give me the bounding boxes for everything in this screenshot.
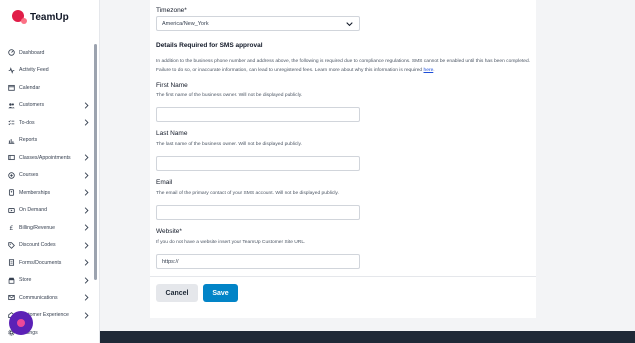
sidebar-item-on-demand[interactable]: On Demand xyxy=(0,202,99,220)
website-field[interactable]: https:// xyxy=(156,254,360,269)
sidebar-item-customers[interactable]: Customers xyxy=(0,97,99,115)
website-help: If you do not have a website insert your… xyxy=(156,240,306,245)
first-name-label: First Name xyxy=(156,82,188,89)
brand-name: TeamUp xyxy=(30,11,69,23)
sidebar-item-courses[interactable]: Courses xyxy=(0,167,99,185)
chevron-right-icon xyxy=(84,154,89,161)
sidebar-item-label: Store xyxy=(19,277,32,284)
sidebar-item-calendar[interactable]: Calendar xyxy=(0,79,99,97)
todo-icon xyxy=(8,119,15,126)
sidebar-item-communications[interactable]: Communications xyxy=(0,289,99,307)
sms-intro-line1: In addition to the business phone number… xyxy=(156,59,531,64)
sidebar-item-label: Calendar xyxy=(19,84,41,91)
chevron-down-icon xyxy=(346,22,353,27)
timezone-select[interactable]: America/New_York xyxy=(156,16,360,31)
calendar-icon xyxy=(8,84,15,91)
sidebar-item-to-dos[interactable]: To-dos xyxy=(0,114,99,132)
last-name-label: Last Name xyxy=(156,130,188,137)
chevron-right-icon xyxy=(84,259,89,266)
sidebar-item-label: Courses xyxy=(19,172,39,179)
sidebar-item-reports[interactable]: Reports xyxy=(0,132,99,150)
users-icon xyxy=(8,102,15,109)
sidebar: TeamUp Dashboard Activity Feed Calendar Cus… xyxy=(0,0,100,343)
sidebar-item-label: On Demand xyxy=(19,207,47,214)
sms-intro-line2: Failure to do so, or inaccurate informat… xyxy=(156,67,424,73)
chevron-right-icon xyxy=(84,311,89,319)
svg-text:£: £ xyxy=(9,225,13,231)
chevron-right-icon xyxy=(84,171,89,179)
website-value: https:// xyxy=(162,258,179,265)
email-help: The email of the primary contact of your… xyxy=(156,191,339,196)
sms-intro-text: In addition to the business phone number… xyxy=(156,58,536,75)
email-label: Email xyxy=(156,179,173,186)
discount-icon xyxy=(8,242,15,249)
sidebar-item-label: Discount Codes xyxy=(19,242,56,249)
teamup-logo-icon xyxy=(12,10,27,24)
sidebar-item-label: Communications xyxy=(19,294,58,301)
email-field[interactable] xyxy=(156,205,360,220)
timezone-label: Timezone* xyxy=(156,7,187,14)
save-button[interactable]: Save xyxy=(203,284,238,302)
activity-icon xyxy=(8,66,15,74)
sidebar-item-memberships[interactable]: Memberships xyxy=(0,184,99,202)
sidebar-nav: Dashboard Activity Feed Calendar Customers T… xyxy=(0,44,99,342)
sms-intro-end: . xyxy=(433,67,435,73)
chevron-right-icon xyxy=(84,119,89,126)
first-name-help: The first name of the business owner. Wi… xyxy=(156,93,303,98)
chevron-right-icon xyxy=(84,189,89,196)
chevron-right-icon xyxy=(84,294,89,301)
chevron-right-icon xyxy=(84,224,89,231)
sidebar-item-label: Classes/Appointments xyxy=(19,154,71,161)
sidebar-item-label: Memberships xyxy=(19,189,51,196)
last-name-field[interactable] xyxy=(156,156,360,171)
cancel-button[interactable]: Cancel xyxy=(156,284,198,302)
dashboard-icon xyxy=(8,49,15,56)
chevron-right-icon xyxy=(84,206,89,214)
sidebar-item-label: Activity Feed xyxy=(19,67,49,74)
sidebar-item-label: Dashboard xyxy=(19,49,45,56)
sidebar-scrollbar[interactable] xyxy=(94,44,97,280)
first-name-field[interactable] xyxy=(156,107,360,122)
forms-icon xyxy=(8,259,15,266)
sms-section-title: Details Required for SMS approval xyxy=(156,42,263,49)
sidebar-item-billing-revenue[interactable]: £ Billing/Revenue xyxy=(0,219,99,237)
sidebar-item-discount-codes[interactable]: Discount Codes xyxy=(0,237,99,255)
settings-card: Timezone* America/New_York Details Requi… xyxy=(150,0,536,318)
last-name-help: The last name of the business owner. Wil… xyxy=(156,142,302,147)
sidebar-item-label: Customers xyxy=(19,102,45,109)
logo[interactable]: TeamUp xyxy=(12,10,69,24)
sidebar-item-label: To-dos xyxy=(19,119,35,126)
chevron-right-icon xyxy=(84,101,89,109)
sidebar-item-forms-documents[interactable]: Forms/Documents xyxy=(0,254,99,272)
timezone-value: America/New_York xyxy=(162,20,209,27)
sidebar-item-label: Billing/Revenue xyxy=(19,224,56,231)
page-footer xyxy=(100,331,635,343)
chevron-right-icon xyxy=(84,276,89,284)
sidebar-item-classes-appointments[interactable]: Classes/Appointments xyxy=(0,149,99,167)
chevron-right-icon xyxy=(84,241,89,249)
on-demand-icon xyxy=(8,207,15,214)
billing-icon: £ xyxy=(8,224,15,231)
website-label: Website* xyxy=(156,228,182,235)
store-icon xyxy=(8,277,15,284)
sidebar-item-dashboard[interactable]: Dashboard xyxy=(0,44,99,62)
mail-icon xyxy=(8,294,15,301)
courses-icon xyxy=(8,172,15,179)
sidebar-item-label: Reports xyxy=(19,137,38,144)
sidebar-item-label: Forms/Documents xyxy=(19,259,62,266)
chat-icon xyxy=(17,319,25,327)
chart-icon xyxy=(8,137,15,144)
sidebar-item-activity-feed[interactable]: Activity Feed xyxy=(0,62,99,80)
sidebar-item-store[interactable]: Store xyxy=(0,272,99,290)
chat-widget-button[interactable] xyxy=(9,311,33,335)
classes-icon xyxy=(8,154,15,161)
main-content: Timezone* America/New_York Details Requi… xyxy=(100,0,635,343)
learn-more-link[interactable]: here xyxy=(424,68,434,73)
membership-icon xyxy=(8,189,15,196)
divider xyxy=(150,276,536,277)
